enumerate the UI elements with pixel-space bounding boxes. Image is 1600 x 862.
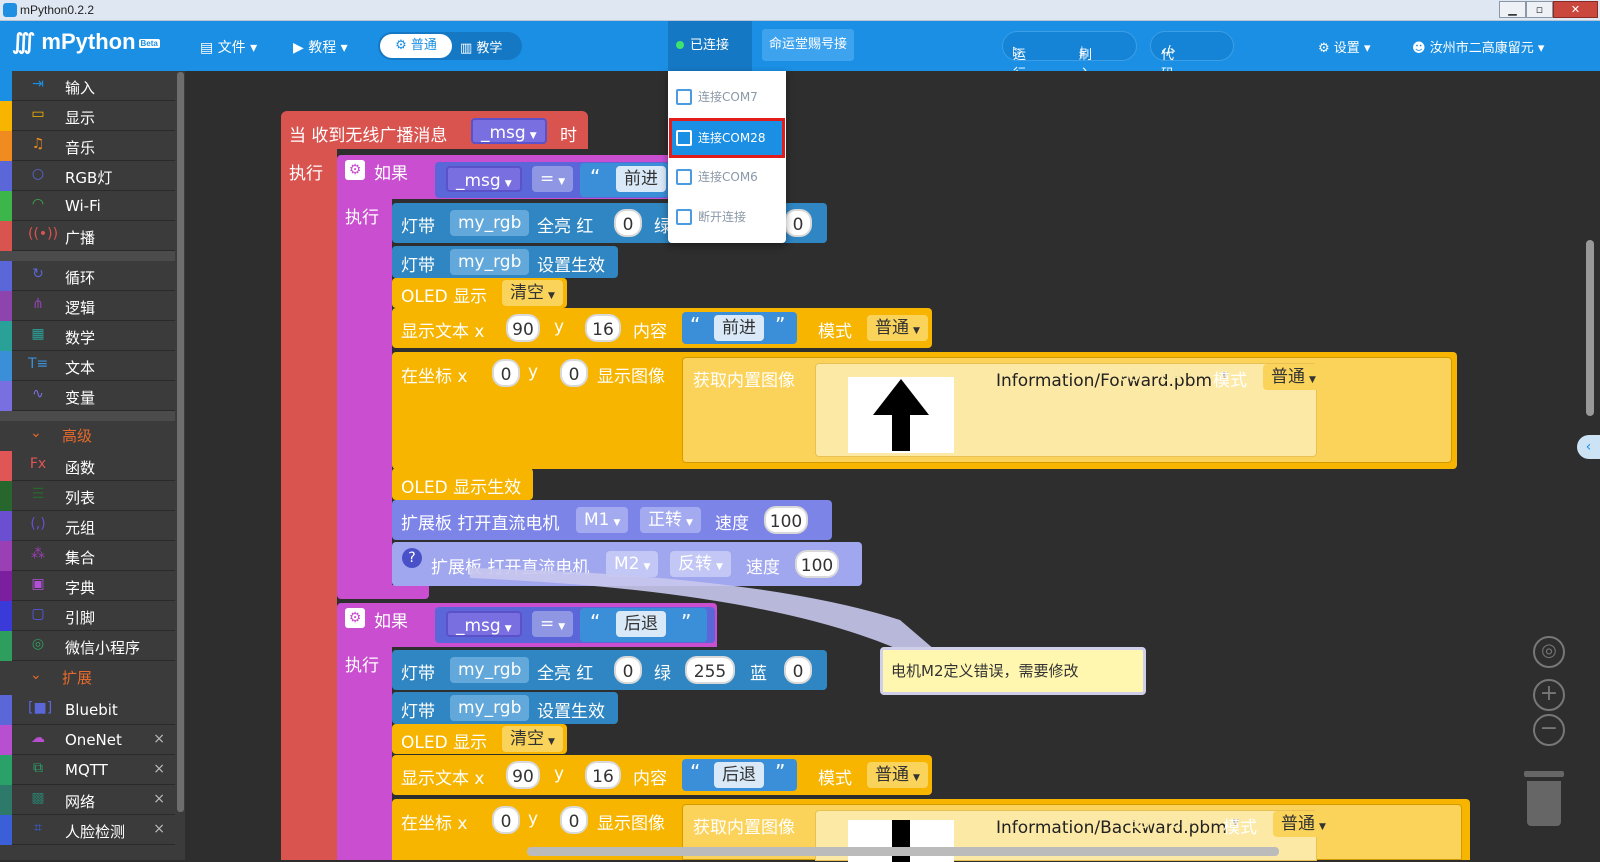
msg-var-label: _msg bbox=[456, 616, 501, 636]
trash-icon[interactable] bbox=[1524, 771, 1564, 826]
y-label: y bbox=[528, 809, 539, 829]
zoom-in-button[interactable]: + bbox=[1533, 679, 1565, 711]
connect-port-menu: 连接COM7 连接COM28 连接COM6 断开连接 bbox=[668, 71, 786, 243]
strip-label: 灯带 bbox=[401, 702, 435, 722]
workspace-vertical-scrollbar[interactable] bbox=[1586, 240, 1594, 416]
if-block-body bbox=[337, 647, 392, 860]
show-text-label: 显示文本 x bbox=[401, 769, 485, 789]
oled-clear-block[interactable]: OLED 显示 清空 ▼ bbox=[392, 724, 567, 754]
menu-item-label: 连接COM28 bbox=[698, 131, 766, 145]
dropdown-arrow-icon: ▼ bbox=[558, 622, 566, 632]
show-image-label: 显示图像 bbox=[597, 814, 665, 834]
dropdown-arrow-icon: ▼ bbox=[913, 773, 920, 783]
green-label: 绿 bbox=[654, 664, 671, 684]
collapse-panel-button[interactable]: ‹ bbox=[1577, 435, 1600, 459]
x-input[interactable]: 90 bbox=[506, 761, 540, 789]
comment-bubble[interactable]: 电机M2定义错误，需要修改 bbox=[880, 647, 1146, 695]
at-coord-label: 在坐标 x bbox=[401, 814, 468, 834]
port-icon bbox=[676, 169, 692, 185]
rgb-dropdown[interactable]: my_rgb bbox=[450, 695, 530, 721]
port-icon bbox=[676, 130, 692, 146]
x-input[interactable]: 0 bbox=[492, 806, 520, 834]
led-strip-all-block[interactable]: 灯带 my_rgb 全亮 红 0 绿 255 蓝 0 bbox=[392, 650, 827, 690]
text-input[interactable]: 后退 bbox=[616, 611, 666, 637]
y-label: y bbox=[554, 764, 565, 784]
quote-close-icon: ” bbox=[775, 760, 786, 784]
clear-dropdown[interactable]: 清空 ▼ bbox=[502, 726, 563, 752]
oled-text-block[interactable]: 显示文本 x 90 y 16 内容 “ 后退 ” 模式 普通 ▼ bbox=[392, 755, 932, 795]
if-label: 如果 bbox=[374, 612, 408, 632]
green-value-input[interactable]: 255 bbox=[685, 656, 735, 684]
disconnect-icon bbox=[676, 209, 692, 225]
disconnect-item[interactable]: 断开连接 bbox=[672, 200, 782, 234]
blue-value-input[interactable]: 0 bbox=[784, 656, 812, 684]
mode-value: 普通 bbox=[1281, 814, 1315, 834]
rgb-label: my_rgb bbox=[458, 660, 522, 680]
exec-label: 执行 bbox=[345, 656, 379, 676]
quote-open-icon: “ bbox=[690, 760, 701, 784]
image-size: 89 * 64 bbox=[1129, 813, 1192, 833]
menu-item-label: 连接COM6 bbox=[698, 170, 758, 184]
text-input[interactable]: 后退 bbox=[714, 762, 764, 788]
mode-label: 模式 bbox=[818, 769, 852, 789]
workspace-horizontal-scrollbar[interactable] bbox=[527, 847, 1279, 856]
menu-item-label: 断开连接 bbox=[698, 210, 747, 224]
gear-icon[interactable]: ⚙ bbox=[345, 608, 365, 628]
strip-label: 灯带 bbox=[401, 664, 435, 684]
set-effect-label: 设置生效 bbox=[537, 702, 605, 722]
rgb-dropdown[interactable]: my_rgb bbox=[450, 657, 530, 683]
msg-var-dropdown[interactable]: _msg ▼ bbox=[446, 611, 522, 637]
led-strip-apply-block[interactable]: 灯带 my_rgb 设置生效 bbox=[392, 692, 618, 724]
port-icon bbox=[676, 89, 692, 105]
string-block[interactable]: “ 后退 ” bbox=[682, 759, 797, 791]
image-name: Information/Backward.pbm bbox=[996, 818, 1227, 838]
get-image-label: 获取内置图像 bbox=[693, 818, 795, 838]
dropdown-arrow-icon: ▼ bbox=[504, 624, 512, 634]
red-value-input[interactable]: 0 bbox=[614, 656, 642, 684]
rgb-label: my_rgb bbox=[458, 698, 522, 718]
blue-label: 蓝 bbox=[750, 664, 767, 684]
mode-label: 模式 bbox=[1223, 818, 1257, 838]
comment-text: 电机M2定义错误，需要修改 bbox=[891, 662, 1079, 680]
y-input[interactable]: 0 bbox=[560, 806, 588, 834]
y-input[interactable]: 16 bbox=[585, 761, 621, 789]
dropdown-arrow-icon: ▼ bbox=[548, 737, 555, 747]
text-value: 后退 bbox=[722, 765, 756, 785]
mode-value: 普通 bbox=[875, 765, 909, 785]
chevron-left-icon: ‹ bbox=[1585, 439, 1592, 455]
mode-dropdown[interactable]: 普通 ▼ bbox=[1273, 811, 1334, 837]
text-value: 后退 bbox=[624, 614, 658, 634]
clear-label: 清空 bbox=[510, 729, 544, 749]
comment-connector bbox=[470, 568, 935, 650]
connect-com6-item[interactable]: 连接COM6 bbox=[672, 160, 782, 194]
connect-com28-item[interactable]: 连接COM28 bbox=[669, 118, 785, 158]
content-label: 内容 bbox=[633, 769, 667, 789]
zoom-out-button[interactable]: − bbox=[1533, 714, 1565, 746]
dropdown-arrow-icon: ▼ bbox=[1319, 822, 1326, 832]
oled-show-label: OLED 显示 bbox=[401, 733, 488, 753]
quote-close-icon: ” bbox=[681, 610, 692, 634]
recenter-button[interactable]: ◎ bbox=[1533, 636, 1565, 668]
all-on-label: 全亮 红 bbox=[537, 664, 594, 684]
operator-label: = bbox=[540, 614, 555, 634]
mode-dropdown[interactable]: 普通 ▼ bbox=[867, 762, 928, 788]
connect-com7-item[interactable]: 连接COM7 bbox=[672, 80, 782, 114]
quote-open-icon: “ bbox=[590, 610, 601, 634]
menu-item-label: 连接COM7 bbox=[698, 90, 758, 104]
operator-dropdown[interactable]: = ▼ bbox=[532, 611, 574, 637]
